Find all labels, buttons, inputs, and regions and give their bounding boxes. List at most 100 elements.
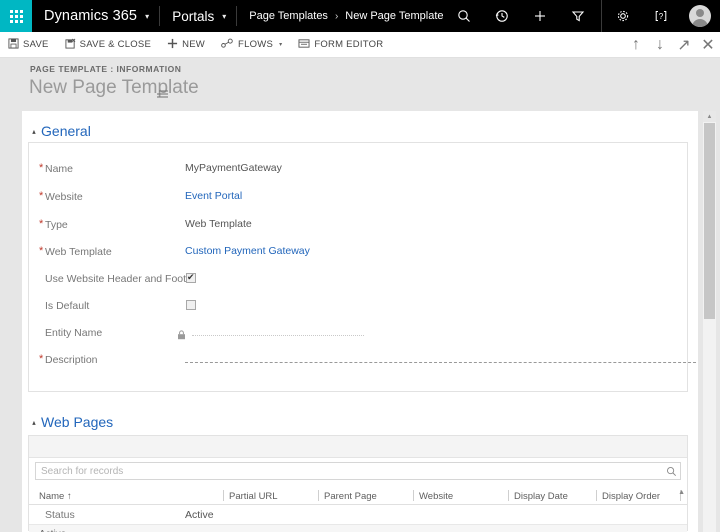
- chevron-down-icon: ▾: [222, 11, 227, 21]
- breadcrumb-current: New Page Template: [345, 10, 444, 22]
- scrollbar-up-arrow-icon[interactable]: ▲: [703, 111, 716, 122]
- save-and-close-icon: [65, 38, 76, 52]
- field-row-description: * Description: [29, 348, 698, 375]
- checkbox-use-website-header-and-footer[interactable]: [186, 271, 196, 283]
- save-label: SAVE: [23, 39, 49, 50]
- page-header: PAGE TEMPLATE : INFORMATION New Page Tem…: [0, 59, 720, 111]
- save-button[interactable]: SAVE: [0, 32, 57, 58]
- app-name-portals[interactable]: Portals ▾: [160, 0, 236, 32]
- column-header-display-order[interactable]: Display Order: [602, 491, 660, 502]
- save-icon: [8, 37, 19, 52]
- waffle-grid-icon[interactable]: [0, 0, 32, 32]
- field-label-entity-name: Entity Name: [45, 327, 103, 339]
- save-and-close-button[interactable]: SAVE & CLOSE: [57, 32, 159, 58]
- field-label-is-default: Is Default: [45, 300, 90, 312]
- sort-ascending-icon: ↑: [66, 491, 72, 502]
- column-header-website[interactable]: Website: [419, 491, 453, 502]
- field-row-type: * Type Web Template: [29, 213, 687, 240]
- form-footer-bar: Active: [29, 524, 687, 532]
- brand-dynamics365[interactable]: Dynamics 365 ▾: [32, 0, 159, 32]
- field-row-is-default: Is Default: [29, 294, 687, 321]
- flows-label: FLOWS: [238, 39, 274, 50]
- brand-label: Dynamics 365: [44, 8, 138, 24]
- required-indicator: *: [39, 218, 44, 230]
- search-icon[interactable]: [445, 0, 483, 32]
- dynamics365-page-template-form: Dynamics 365 ▾ Portals ▾ Page Templates …: [0, 0, 720, 532]
- status-field-row: Status Active: [29, 506, 687, 524]
- history-clock-icon[interactable]: [483, 0, 521, 32]
- search-input[interactable]: [36, 463, 662, 479]
- status-label: Status: [45, 509, 75, 521]
- required-indicator: *: [39, 190, 44, 202]
- avatar[interactable]: [680, 0, 720, 32]
- webpages-section-header[interactable]: ▴ Web Pages: [32, 414, 113, 430]
- required-indicator: *: [39, 353, 44, 365]
- column-separator[interactable]: [223, 490, 224, 501]
- quick-create-plus-icon[interactable]: [521, 0, 559, 32]
- column-separator[interactable]: [508, 490, 509, 501]
- title-options-menu-icon[interactable]: [157, 86, 169, 104]
- column-header-name[interactable]: Name ↑: [39, 491, 72, 502]
- status-value[interactable]: Active: [185, 509, 214, 521]
- field-input-entity-name[interactable]: [192, 335, 364, 336]
- webpages-section-title: Web Pages: [41, 414, 114, 430]
- breadcrumb-separator-icon: ›: [334, 10, 339, 22]
- page-title: New Page Template: [29, 77, 199, 98]
- field-row-name: * Name MyPaymentGateway: [29, 157, 687, 184]
- filter-icon[interactable]: [559, 0, 597, 32]
- field-value-web-template-link[interactable]: Custom Payment Gateway: [185, 245, 310, 257]
- grid-toolbar: [29, 436, 687, 458]
- breadcrumb: Page Templates › New Page Template: [237, 0, 443, 32]
- column-separator[interactable]: [413, 490, 414, 501]
- field-value-type[interactable]: Web Template: [185, 218, 252, 230]
- record-type-label: PAGE TEMPLATE : INFORMATION: [30, 64, 182, 74]
- required-indicator: *: [39, 245, 44, 257]
- field-row-website: * Website Event Portal: [29, 185, 687, 212]
- column-header-partial-url[interactable]: Partial URL: [229, 491, 278, 502]
- content-vertical-scrollbar[interactable]: ▲: [703, 111, 716, 532]
- lock-icon: [177, 327, 186, 345]
- grid-search-box[interactable]: [35, 462, 681, 480]
- checkbox-is-default[interactable]: [186, 300, 196, 310]
- field-label-web-template: Web Template: [45, 246, 112, 258]
- help-question-icon[interactable]: ?: [642, 0, 680, 32]
- field-label-website: Website: [45, 191, 83, 203]
- breadcrumb-page-templates[interactable]: Page Templates: [249, 10, 328, 22]
- required-indicator: *: [39, 162, 44, 174]
- column-separator[interactable]: [596, 490, 597, 501]
- next-record-down-icon[interactable]: ↓: [648, 32, 672, 58]
- grid-search-icon[interactable]: [662, 466, 680, 477]
- general-section-header[interactable]: ▴ General: [32, 123, 91, 139]
- grid-scroll-up-icon[interactable]: ▲: [678, 489, 685, 496]
- form-scroll-region: ▴ General * Name MyPaymentGateway * Webs…: [22, 111, 698, 532]
- flows-icon: [221, 38, 234, 52]
- flows-button[interactable]: FLOWS ▾: [213, 32, 290, 58]
- previous-record-up-icon[interactable]: ↑: [624, 32, 648, 58]
- general-section-title: General: [41, 123, 91, 139]
- form-editor-label: FORM EDITOR: [314, 39, 384, 50]
- form-editor-icon: [298, 38, 310, 52]
- field-row-entity-name: Entity Name: [29, 321, 687, 348]
- field-label-type: Type: [45, 219, 68, 231]
- svg-text:?: ?: [659, 12, 664, 21]
- column-header-parent-page[interactable]: Parent Page: [324, 491, 377, 502]
- popout-window-icon[interactable]: ↗: [672, 32, 696, 58]
- collapse-triangle-icon: ▴: [32, 126, 36, 136]
- general-fields-panel: * Name MyPaymentGateway * Website Event …: [28, 142, 698, 392]
- field-label-use-website-header-and-footer: Use Website Header and Footer: [45, 273, 196, 285]
- settings-gear-icon[interactable]: [604, 0, 642, 32]
- topbar-icon-group: ?: [445, 0, 720, 32]
- close-icon[interactable]: ✕: [696, 32, 720, 58]
- new-button[interactable]: NEW: [159, 32, 213, 58]
- plus-icon: [167, 38, 178, 52]
- column-separator[interactable]: [318, 490, 319, 501]
- field-input-description[interactable]: [185, 362, 698, 363]
- form-editor-button[interactable]: FORM EDITOR: [290, 32, 391, 58]
- scrollbar-thumb[interactable]: [704, 123, 715, 319]
- field-row-web-template: * Web Template Custom Payment Gateway: [29, 240, 687, 267]
- app-name-label: Portals: [172, 8, 215, 24]
- column-header-display-date[interactable]: Display Date: [514, 491, 568, 502]
- grid-column-headers: Name ↑ Partial URL Parent Page Website D…: [29, 488, 687, 505]
- field-value-name[interactable]: MyPaymentGateway: [185, 162, 282, 174]
- field-value-website-link[interactable]: Event Portal: [185, 190, 242, 202]
